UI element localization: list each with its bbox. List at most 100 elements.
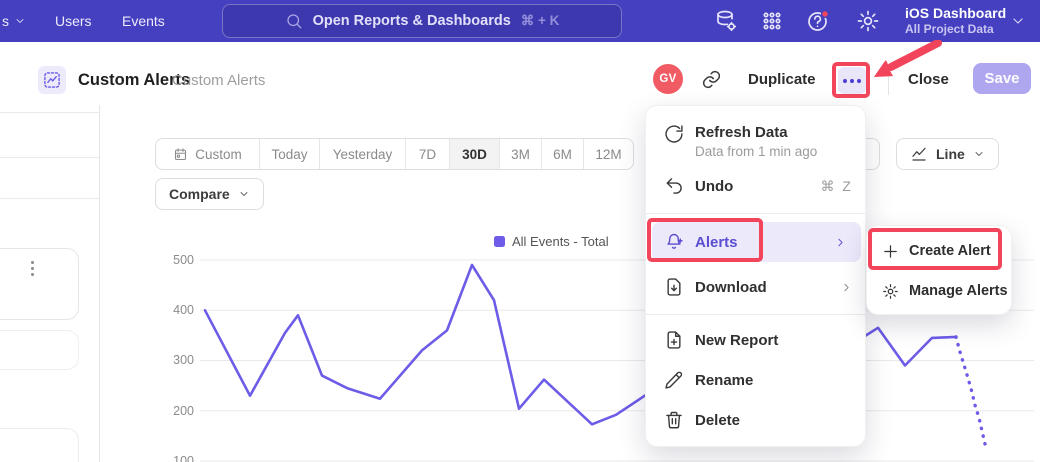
app-window: s Users Events Open Reports & Dashboards… — [0, 0, 1040, 462]
report-header: Custom Alerts Custom Alerts GV Duplicate… — [0, 42, 1040, 105]
kebab-menu-icon[interactable] — [31, 261, 34, 276]
project-switcher[interactable]: iOS Dashboard All Project Data — [905, 4, 1005, 37]
range-segment: 7D — [419, 147, 436, 162]
menu-item-alerts[interactable]: Alerts — [652, 222, 861, 262]
compare-label: Compare — [169, 186, 230, 202]
header-divider — [888, 67, 889, 95]
save-button[interactable]: Save — [973, 63, 1031, 94]
submenu-item-label: Create Alert — [909, 243, 991, 259]
settings-gear-icon[interactable] — [856, 9, 880, 33]
range-segment: Custom — [195, 147, 242, 162]
chart-type-button[interactable]: Line — [896, 138, 999, 170]
range-30d[interactable]: 30D — [450, 139, 500, 169]
panel-card[interactable] — [0, 248, 79, 320]
bell-plus-icon — [664, 232, 684, 252]
menu-divider — [646, 213, 867, 214]
nav-item-events[interactable]: Events — [122, 0, 165, 42]
line-chart-icon — [910, 145, 928, 163]
chevron-down-icon — [14, 15, 26, 27]
project-chevron-down-icon[interactable] — [1010, 13, 1026, 29]
menu-item-undo[interactable]: Undo ⌘ Z — [646, 166, 867, 206]
y-axis-tick: 200 — [156, 404, 194, 418]
chart-legend: All Events - Total — [494, 234, 609, 249]
panel-divider — [0, 198, 99, 199]
duplicate-button[interactable]: Duplicate — [748, 71, 816, 88]
menu-item-sublabel: Data from 1 min ago — [695, 144, 817, 159]
chevron-down-icon — [238, 188, 250, 200]
close-button[interactable]: Close — [908, 71, 949, 88]
panel-divider — [0, 112, 99, 113]
range-segment: 12M — [595, 147, 621, 162]
menu-divider — [646, 314, 867, 315]
nav-partial-label: s — [2, 13, 9, 29]
submenu-item-manage-alerts[interactable]: Manage Alerts — [867, 271, 1013, 311]
panel-card[interactable] — [0, 428, 79, 462]
topbar: s Users Events Open Reports & Dashboards… — [0, 0, 1040, 42]
nav-item-users[interactable]: Users — [55, 0, 92, 42]
file-plus-icon — [664, 330, 684, 350]
y-axis-tick: 500 — [156, 253, 194, 267]
apps-grid-icon[interactable] — [760, 9, 784, 33]
search-icon — [285, 12, 303, 30]
panel-card[interactable] — [0, 330, 79, 370]
trash-icon — [664, 410, 684, 430]
chart-dotted-path — [956, 337, 985, 444]
undo-icon — [664, 176, 684, 196]
more-options-menu: Refresh Data Data from 1 min ago Undo ⌘ … — [645, 105, 866, 447]
range-12m[interactable]: 12M — [584, 139, 633, 169]
data-management-icon[interactable] — [714, 9, 738, 33]
range-custom[interactable]: Custom — [156, 139, 260, 169]
chart-type-label: Line — [936, 146, 965, 162]
menu-item-refresh-data[interactable]: Refresh Data Data from 1 min ago — [646, 114, 867, 162]
nav-events-label: Events — [122, 13, 165, 29]
menu-item-label: Undo — [695, 178, 733, 195]
pencil-icon — [664, 370, 684, 390]
chevron-right-icon — [840, 281, 853, 294]
copy-link-icon[interactable] — [701, 69, 722, 90]
help-icon[interactable] — [806, 9, 830, 33]
global-search[interactable]: Open Reports & Dashboards ⌘ + K — [222, 4, 622, 38]
search-placeholder: Open Reports & Dashboards — [313, 13, 511, 29]
menu-item-label: Alerts — [695, 234, 738, 251]
project-scope: All Project Data — [905, 22, 1005, 37]
range-7d[interactable]: 7D — [406, 139, 450, 169]
avatar[interactable]: GV — [653, 64, 683, 94]
download-icon — [664, 277, 684, 297]
y-axis-tick: 300 — [156, 353, 194, 367]
menu-item-delete[interactable]: Delete — [646, 400, 867, 440]
range-6m[interactable]: 6M — [542, 139, 584, 169]
menu-item-label: Download — [695, 279, 767, 296]
y-axis-tick: 100 — [156, 454, 194, 462]
avatar-initials: GV — [659, 73, 676, 85]
menu-item-new-report[interactable]: New Report — [646, 320, 867, 360]
range-segment: Today — [271, 147, 307, 162]
chevron-right-icon — [834, 236, 847, 249]
date-range-group: Custom Today Yesterday 7D 30D 3M 6M 12M — [155, 138, 634, 170]
alerts-submenu: Create Alert Manage Alerts — [866, 225, 1012, 315]
menu-item-rename[interactable]: Rename — [646, 360, 867, 400]
chevron-down-icon — [973, 148, 985, 160]
range-yesterday[interactable]: Yesterday — [320, 139, 406, 169]
range-segment: 30D — [462, 147, 487, 162]
range-3m[interactable]: 3M — [500, 139, 542, 169]
range-today[interactable]: Today — [260, 139, 320, 169]
submenu-item-create-alert[interactable]: Create Alert — [867, 231, 1013, 271]
gear-icon — [882, 283, 899, 300]
y-axis-tick: 400 — [156, 303, 194, 317]
search-shortcut: ⌘ + K — [521, 13, 560, 29]
nav-boards-partial[interactable]: s — [2, 0, 26, 42]
compare-button[interactable]: Compare — [155, 178, 264, 210]
menu-item-shortcut: ⌘ Z — [821, 178, 853, 195]
menu-item-download[interactable]: Download — [646, 267, 867, 307]
breadcrumb: Custom Alerts — [172, 72, 265, 89]
range-segment: Yesterday — [333, 147, 393, 162]
legend-swatch — [494, 236, 505, 247]
report-type-chart-icon — [38, 66, 66, 94]
menu-item-label: Refresh Data — [695, 124, 817, 141]
menu-item-label: New Report — [695, 332, 778, 349]
refresh-icon — [664, 124, 684, 144]
project-name: iOS Dashboard — [905, 4, 1005, 22]
more-options-button[interactable] — [838, 67, 866, 94]
submenu-item-label: Manage Alerts — [909, 283, 1008, 299]
calendar-icon — [173, 147, 188, 162]
